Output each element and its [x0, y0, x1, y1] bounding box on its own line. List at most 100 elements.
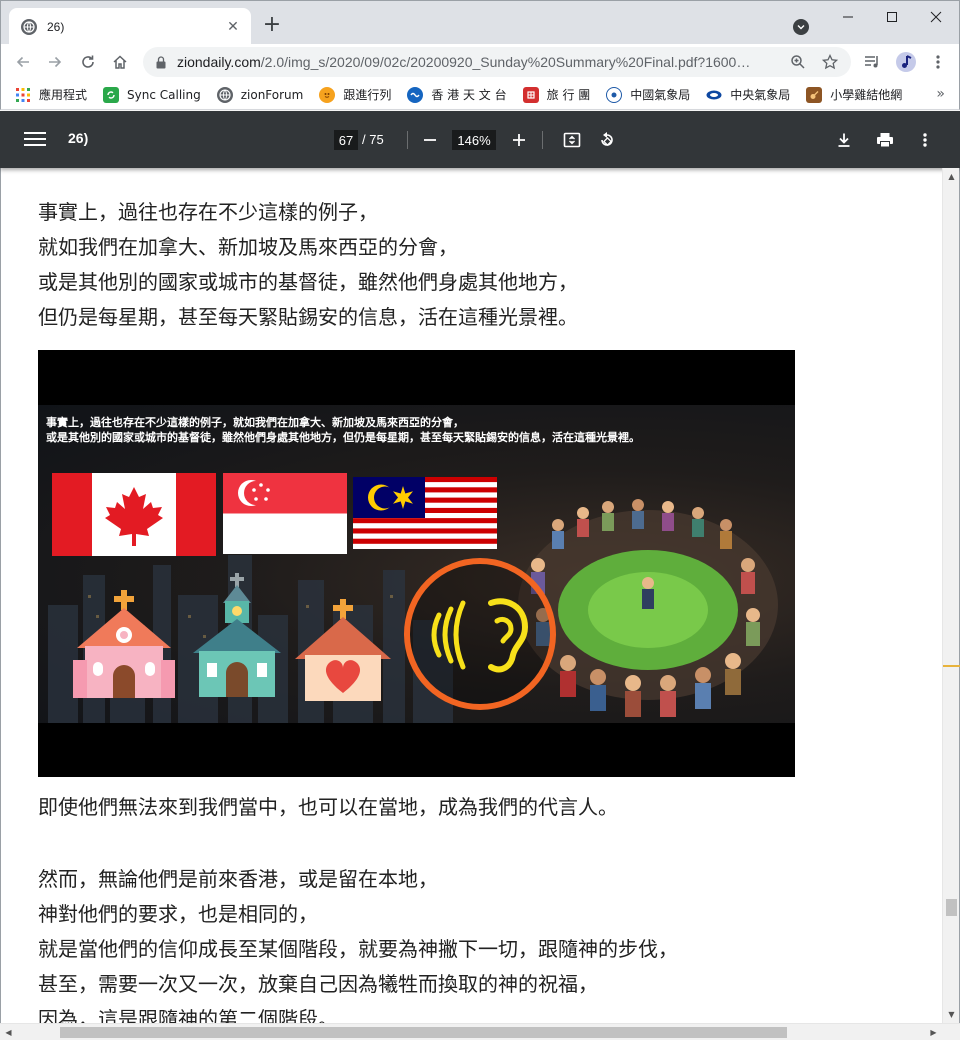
- maximize-icon[interactable]: [877, 7, 907, 27]
- central-weather-icon: [706, 87, 722, 103]
- pdf-viewer[interactable]: 事實上，過往也存在不少這樣的例子， 就如我們在加拿大、新加坡及馬來西亞的分會， …: [0, 168, 960, 1040]
- home-icon[interactable]: [108, 50, 132, 74]
- horizontal-scroll-thumb[interactable]: [60, 1027, 787, 1038]
- media-control-icon[interactable]: [861, 50, 885, 74]
- bookmark-central-weather[interactable]: 中央氣象局: [706, 86, 790, 103]
- rotate-icon[interactable]: [595, 128, 619, 152]
- address-bar[interactable]: ziondaily.com/2.0/img_s/2020/09/02c/2020…: [143, 47, 851, 77]
- vertical-scroll-thumb[interactable]: [946, 899, 957, 916]
- minimize-icon[interactable]: [833, 7, 863, 27]
- bookmark-sync-calling[interactable]: Sync Calling: [103, 86, 201, 103]
- text-line: 神對他們的要求，也是相同的，: [38, 902, 318, 926]
- globe-icon: [21, 18, 37, 35]
- pdf-more-icon[interactable]: [913, 128, 937, 152]
- toolbar-divider: [407, 131, 408, 149]
- bookmark-label: 香 港 天 文 台: [431, 88, 507, 102]
- bookmark-travel[interactable]: 旅 行 團: [522, 86, 591, 103]
- bookmarks-bar: 應用程式 Sync Calling zionForum 跟進行列 香 港 天 文…: [0, 80, 960, 110]
- canada-flag-icon: [52, 473, 216, 556]
- forward-arrow-icon[interactable]: [43, 50, 67, 74]
- paragraph-requirements: 然而，無論他們是前來香港，或是留在本地， 神對他們的要求，也是相同的， 就是當他…: [38, 862, 678, 1037]
- back-arrow-icon[interactable]: [11, 50, 35, 74]
- toolbar-divider: [542, 131, 543, 149]
- travel-icon: [522, 86, 539, 103]
- pdf-title: 26): [68, 130, 89, 146]
- page-number-input[interactable]: 67: [334, 130, 358, 150]
- singapore-flag-icon: [223, 473, 347, 554]
- text-line: 然而，無論他們是前來香港，或是留在本地，: [38, 867, 438, 891]
- bookmark-label: 跟進行列: [343, 88, 392, 102]
- reload-icon[interactable]: [76, 50, 100, 74]
- print-icon[interactable]: [873, 128, 897, 152]
- fit-to-page-icon[interactable]: [560, 128, 584, 152]
- bookmark-label: 小學雞結他網: [830, 88, 903, 102]
- bookmark-zionforum[interactable]: zionForum: [216, 86, 304, 103]
- paragraph-examples: 事實上，過往也存在不少這樣的例子， 就如我們在加拿大、新加坡及馬來西亞的分會， …: [38, 195, 578, 335]
- paragraph-ambassadors: 即使他們無法來到我們當中，也可以在當地，成為我們的代言人。: [38, 790, 618, 825]
- bookmark-china-weather[interactable]: 中國氣象局: [606, 86, 690, 103]
- slide-caption-line: 或是其他別的國家或城市的基督徒，雖然他們身處其他地方，但仍是每星期，甚至每天緊貼…: [46, 431, 640, 444]
- slide-caption: 事實上，過往也存在不少這樣的例子，就如我們在加拿大、新加坡及馬來西亞的分會， 或…: [46, 415, 640, 445]
- tab-search-icon[interactable]: [793, 19, 809, 35]
- bookmark-label: zionForum: [240, 87, 304, 102]
- malaysia-flag-icon: [353, 477, 497, 549]
- bookmark-observatory[interactable]: 香 港 天 文 台: [407, 86, 507, 103]
- guitar-icon: [806, 86, 823, 103]
- scroll-up-arrow-icon[interactable]: ▲: [943, 168, 960, 185]
- text-line: 但仍是每星期，甚至每天緊貼錫安的信息，活在這種光景裡。: [38, 305, 578, 329]
- china-weather-icon: [606, 86, 623, 103]
- url-text[interactable]: ziondaily.com/2.0/img_s/2020/09/02c/2020…: [177, 54, 777, 70]
- more-bookmarks-icon[interactable]: »: [936, 86, 945, 102]
- bookmark-label: 中央氣象局: [730, 88, 791, 102]
- browser-toolbar: ziondaily.com/2.0/img_s/2020/09/02c/2020…: [0, 44, 960, 80]
- bookmark-apps[interactable]: 應用程式: [15, 86, 87, 103]
- bookmark-label: 中國氣象局: [630, 88, 691, 102]
- tab-strip: 26) ✕ +: [0, 0, 960, 45]
- hamburger-menu-icon[interactable]: [24, 128, 46, 150]
- scroll-down-arrow-icon[interactable]: ▼: [943, 1006, 960, 1023]
- window-close-icon[interactable]: [921, 7, 951, 27]
- profile-icon[interactable]: [894, 50, 918, 74]
- download-icon[interactable]: [832, 128, 856, 152]
- tab-title: 26): [47, 19, 65, 34]
- sync-calling-icon: [103, 86, 120, 103]
- text-line: 甚至，需要一次又一次，放棄自己因為犧牲而換取的神的祝福，: [38, 972, 598, 996]
- scroll-left-arrow-icon[interactable]: ◀: [0, 1024, 17, 1040]
- lock-icon[interactable]: [155, 55, 167, 69]
- bookmark-guitar[interactable]: 小學雞結他網: [806, 86, 902, 103]
- text-line: 就是當他們的信仰成長至某個階段，就要為神撇下一切，跟隨神的步伐，: [38, 937, 678, 961]
- text-line: 事實上，過往也存在不少這樣的例子，: [38, 200, 378, 224]
- vertical-scrollbar[interactable]: ▲ ▼: [942, 168, 960, 1023]
- star-icon[interactable]: [819, 51, 841, 73]
- bookmark-label: Sync Calling: [127, 87, 201, 102]
- scroll-right-arrow-icon[interactable]: ▶: [925, 1024, 942, 1040]
- new-tab-button[interactable]: +: [261, 14, 283, 36]
- pdf-toolbar: 26) 67 / 75 146%: [0, 111, 960, 168]
- bookmark-label: 旅 行 團: [546, 88, 591, 102]
- kebab-menu-icon[interactable]: [926, 50, 950, 74]
- text-line: 或是其他別的國家或城市的基督徒，雖然他們身處其他地方，: [38, 270, 578, 294]
- teal-church-icon: [193, 573, 281, 697]
- globe-icon: [216, 86, 233, 103]
- bookmark-follow-up[interactable]: 跟進行列: [319, 86, 391, 103]
- horizontal-scrollbar[interactable]: ◀ ▶: [0, 1023, 960, 1040]
- apps-grid-icon: [15, 87, 31, 103]
- text-line: 即使他們無法來到我們當中，也可以在當地，成為我們的代言人。: [38, 795, 618, 819]
- zoom-out-button[interactable]: [418, 128, 442, 152]
- ear-listening-icon: [404, 558, 556, 710]
- text-line: 就如我們在加拿大、新加坡及馬來西亞的分會，: [38, 235, 458, 259]
- slide-background: 事實上，過往也存在不少這樣的例子，就如我們在加拿大、新加坡及馬來西亞的分會， 或…: [38, 405, 795, 723]
- follow-up-icon: [319, 86, 336, 103]
- close-tab-icon[interactable]: ✕: [225, 19, 241, 35]
- browser-tab[interactable]: 26) ✕: [9, 8, 251, 45]
- zoom-level-input[interactable]: 146%: [452, 130, 496, 150]
- observatory-icon: [407, 86, 424, 103]
- bookmark-label: 應用程式: [39, 88, 88, 102]
- page-total: / 75: [362, 132, 384, 147]
- zoom-in-button[interactable]: [507, 128, 531, 152]
- heart-church-icon: [295, 599, 391, 701]
- search-result-marker: [943, 665, 960, 667]
- slide-caption-line: 事實上，過往也存在不少這樣的例子，就如我們在加拿大、新加坡及馬來西亞的分會，: [46, 416, 464, 429]
- zoom-icon[interactable]: [787, 51, 809, 73]
- slide-image: 事實上，過往也存在不少這樣的例子，就如我們在加拿大、新加坡及馬來西亞的分會， 或…: [38, 350, 795, 777]
